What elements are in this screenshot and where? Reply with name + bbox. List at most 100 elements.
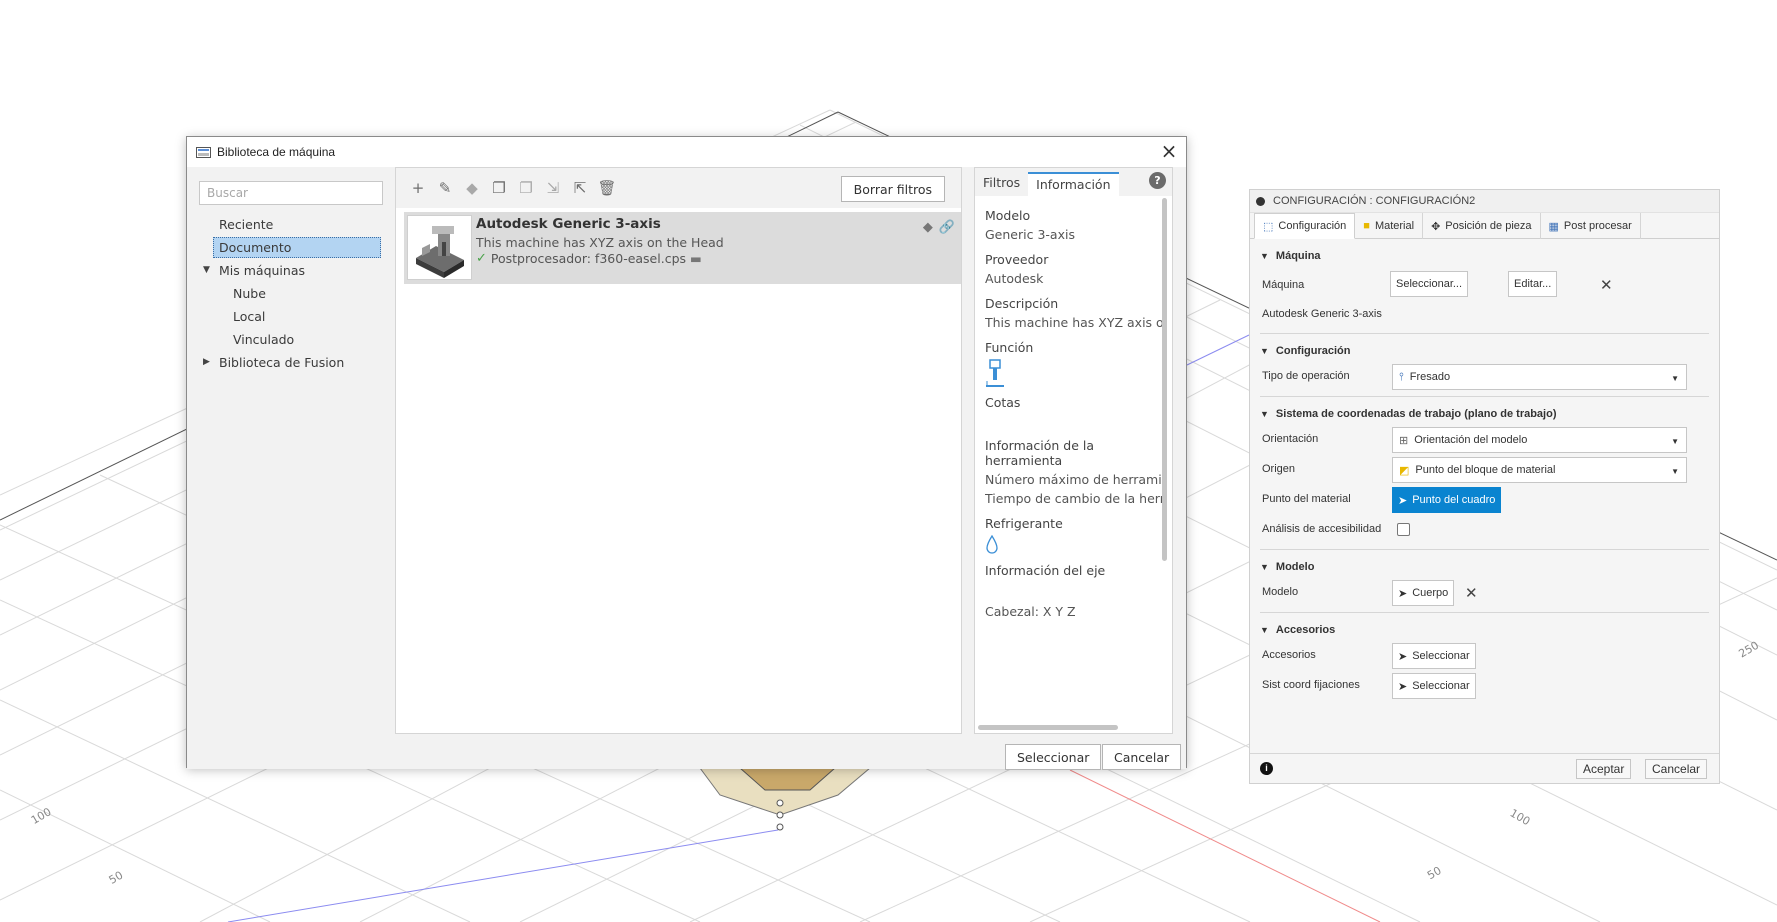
cube-icon[interactable]: ◆ <box>460 176 484 200</box>
help-icon[interactable]: ? <box>1149 172 1166 189</box>
machine-list-item[interactable]: Autodesk Generic 3-axis This machine has… <box>404 212 961 284</box>
chevron-down-icon: ▼ <box>1671 374 1679 383</box>
setup-panel-header[interactable]: CONFIGURACIÓN : CONFIGURACIÓN2 <box>1250 190 1719 213</box>
model-select-button[interactable]: ➤ Cuerpo <box>1392 580 1455 606</box>
vertical-scrollbar[interactable] <box>1162 198 1167 561</box>
tab-stock[interactable]: ■ Material <box>1355 213 1424 239</box>
close-icon[interactable]: × <box>1158 141 1180 163</box>
ok-button[interactable]: Aceptar <box>1576 759 1632 779</box>
folder-icon[interactable]: ▬ <box>690 251 702 266</box>
library-toolbar: + ✎ ◆ ❐ ❐ ⇲ ⇱ 🗑 Borrar filtros <box>396 168 961 208</box>
info-coolant-label: Refrigerante <box>985 516 1063 531</box>
tree-item-recent[interactable]: Reciente <box>199 213 373 236</box>
coolant-drop-icon <box>985 534 1163 557</box>
grid-tick-label: 50 <box>1425 864 1444 882</box>
collapse-icon[interactable]: ▼ <box>1260 251 1269 261</box>
stock-point-button[interactable]: ➤ Punto del cuadro <box>1392 487 1502 513</box>
dialog-titlebar[interactable]: Biblioteca de máquina <box>187 137 1186 167</box>
tab-information[interactable]: Información <box>1028 172 1119 196</box>
fixture-wcs-select-button[interactable]: ➤ Seleccionar <box>1392 673 1476 699</box>
import-icon[interactable]: ⇲ <box>541 176 565 200</box>
edit-pencil-icon[interactable]: ✎ <box>433 176 457 200</box>
origin-row: Origen ◩ Punto del bloque de material ▼ <box>1250 455 1719 485</box>
setup-icon: ⬚ <box>1263 220 1274 233</box>
fixtures-select-button[interactable]: ➤ Seleccionar <box>1392 643 1476 669</box>
operation-type-label: Tipo de operación <box>1262 370 1350 382</box>
stock-point-label: Punto del material <box>1262 493 1351 505</box>
collapse-icon[interactable]: ▼ <box>1260 409 1269 419</box>
operation-type-row: Tipo de operación ⫯ Fresado ▼ <box>1250 362 1719 392</box>
info-function-label: Función <box>985 340 1034 355</box>
tab-setup[interactable]: ⬚ Configuración <box>1254 213 1356 239</box>
info-vendor-value: Autodesk <box>985 271 1044 286</box>
section-machine[interactable]: ▼ Máquina <box>1250 245 1719 267</box>
orientation-select[interactable]: ⊞ Orientación del modelo ▼ <box>1392 427 1687 453</box>
info-description-value: This machine has XYZ axis on the Head <box>985 315 1163 330</box>
accessibility-row: Análisis de accesibilidad <box>1250 515 1719 545</box>
new-machine-icon[interactable]: + <box>406 176 430 200</box>
paste-icon[interactable]: ❐ <box>514 176 538 200</box>
operation-type-select[interactable]: ⫯ Fresado ▼ <box>1392 364 1687 390</box>
machine-name-row: Autodesk Generic 3-axis <box>1250 305 1719 329</box>
info-icon[interactable]: i <box>1260 762 1273 775</box>
tab-post-process[interactable]: ▦ Post procesar <box>1541 213 1641 239</box>
accessibility-checkbox[interactable] <box>1397 523 1410 536</box>
section-fixtures[interactable]: ▼ Accesorios <box>1250 619 1719 641</box>
machine-thumbnail <box>407 215 472 280</box>
tree-item-my-machines[interactable]: ▼ Mis máquinas <box>199 259 373 282</box>
tree-item-cloud[interactable]: Nube <box>199 282 373 305</box>
cancel-button[interactable]: Cancelar <box>1102 744 1182 770</box>
cube-icon[interactable]: ◆ <box>923 220 933 235</box>
collapse-icon[interactable]: ▼ <box>1260 346 1269 356</box>
search-input[interactable] <box>199 181 383 205</box>
milling-icon <box>985 359 1163 389</box>
info-tool-change: Tiempo de cambio de la herramienta <box>985 491 1163 506</box>
tree-item-fusion-library[interactable]: ▶ Biblioteca de Fusion <box>199 351 373 374</box>
info-axis-label: Información del eje <box>985 563 1106 578</box>
tree-item-local[interactable]: Local <box>199 305 373 328</box>
tab-part-position[interactable]: ✥ Posición de pieza <box>1423 213 1541 239</box>
tree-item-linked[interactable]: Vinculado <box>199 328 373 351</box>
clear-filters-button[interactable]: Borrar filtros <box>840 176 945 202</box>
machine-description: This machine has XYZ axis on the Head <box>476 235 724 250</box>
edit-machine-button[interactable]: Editar... <box>1508 271 1558 297</box>
info-tool-label: Información de la herramienta <box>985 438 1095 468</box>
fixtures-row: Accesorios ➤ Seleccionar <box>1250 641 1719 671</box>
setup-cancel-button[interactable]: Cancelar <box>1645 759 1708 779</box>
tab-filters[interactable]: Filtros <box>975 172 1028 196</box>
machine-row: Máquina Seleccionar... Editar... ✕ <box>1250 267 1719 305</box>
export-icon[interactable]: ⇱ <box>568 176 592 200</box>
select-button[interactable]: Seleccionar <box>1005 744 1102 770</box>
tree-item-document[interactable]: Documento <box>199 236 381 259</box>
section-wcs[interactable]: ▼ Sistema de coordenadas de trabajo (plan… <box>1250 403 1719 425</box>
details-tabs: Filtros Información <box>975 168 1172 196</box>
checkmark-icon: ✓ <box>476 251 487 266</box>
divider <box>1260 396 1709 397</box>
info-vendor-label: Proveedor <box>985 252 1049 267</box>
info-description-label: Descripción <box>985 296 1059 311</box>
delete-trash-icon[interactable]: 🗑 <box>595 176 619 200</box>
origin-select[interactable]: ◩ Punto del bloque de material ▼ <box>1392 457 1687 483</box>
machine-post: ✓ Postprocesador: f360-easel.cps ▬ <box>476 251 702 266</box>
clear-machine-icon[interactable]: ✕ <box>1600 276 1613 294</box>
post-icon: ▦ <box>1548 220 1559 233</box>
expand-down-icon[interactable]: ▼ <box>203 259 210 282</box>
stock-cube-icon: ■ <box>1363 220 1370 232</box>
setup-tabs: ⬚ Configuración ■ Material ✥ Posición de pi… <box>1250 213 1719 239</box>
section-model[interactable]: ▼ Modelo <box>1250 556 1719 578</box>
clear-model-icon[interactable]: ✕ <box>1465 584 1478 602</box>
model-label: Modelo <box>1262 586 1299 598</box>
select-machine-button[interactable]: Seleccionar... <box>1390 271 1469 297</box>
section-setup[interactable]: ▼ Configuración <box>1250 340 1719 362</box>
horizontal-scrollbar[interactable] <box>978 725 1118 730</box>
link-icon[interactable]: 🔗 <box>939 220 955 235</box>
collapse-icon[interactable]: ▼ <box>1260 562 1269 572</box>
info-dimensions-label: Cotas <box>985 395 1021 410</box>
copy-icon[interactable]: ❐ <box>487 176 511 200</box>
grid-tick-label: 100 <box>1508 806 1533 828</box>
expand-right-icon[interactable]: ▶ <box>203 351 210 374</box>
collapse-dot-icon[interactable] <box>1256 196 1265 206</box>
stock-point-row: Punto del material ➤ Punto del cuadro <box>1250 485 1719 515</box>
machine-name-value: Autodesk Generic 3-axis <box>1262 308 1382 320</box>
collapse-icon[interactable]: ▼ <box>1260 625 1269 635</box>
